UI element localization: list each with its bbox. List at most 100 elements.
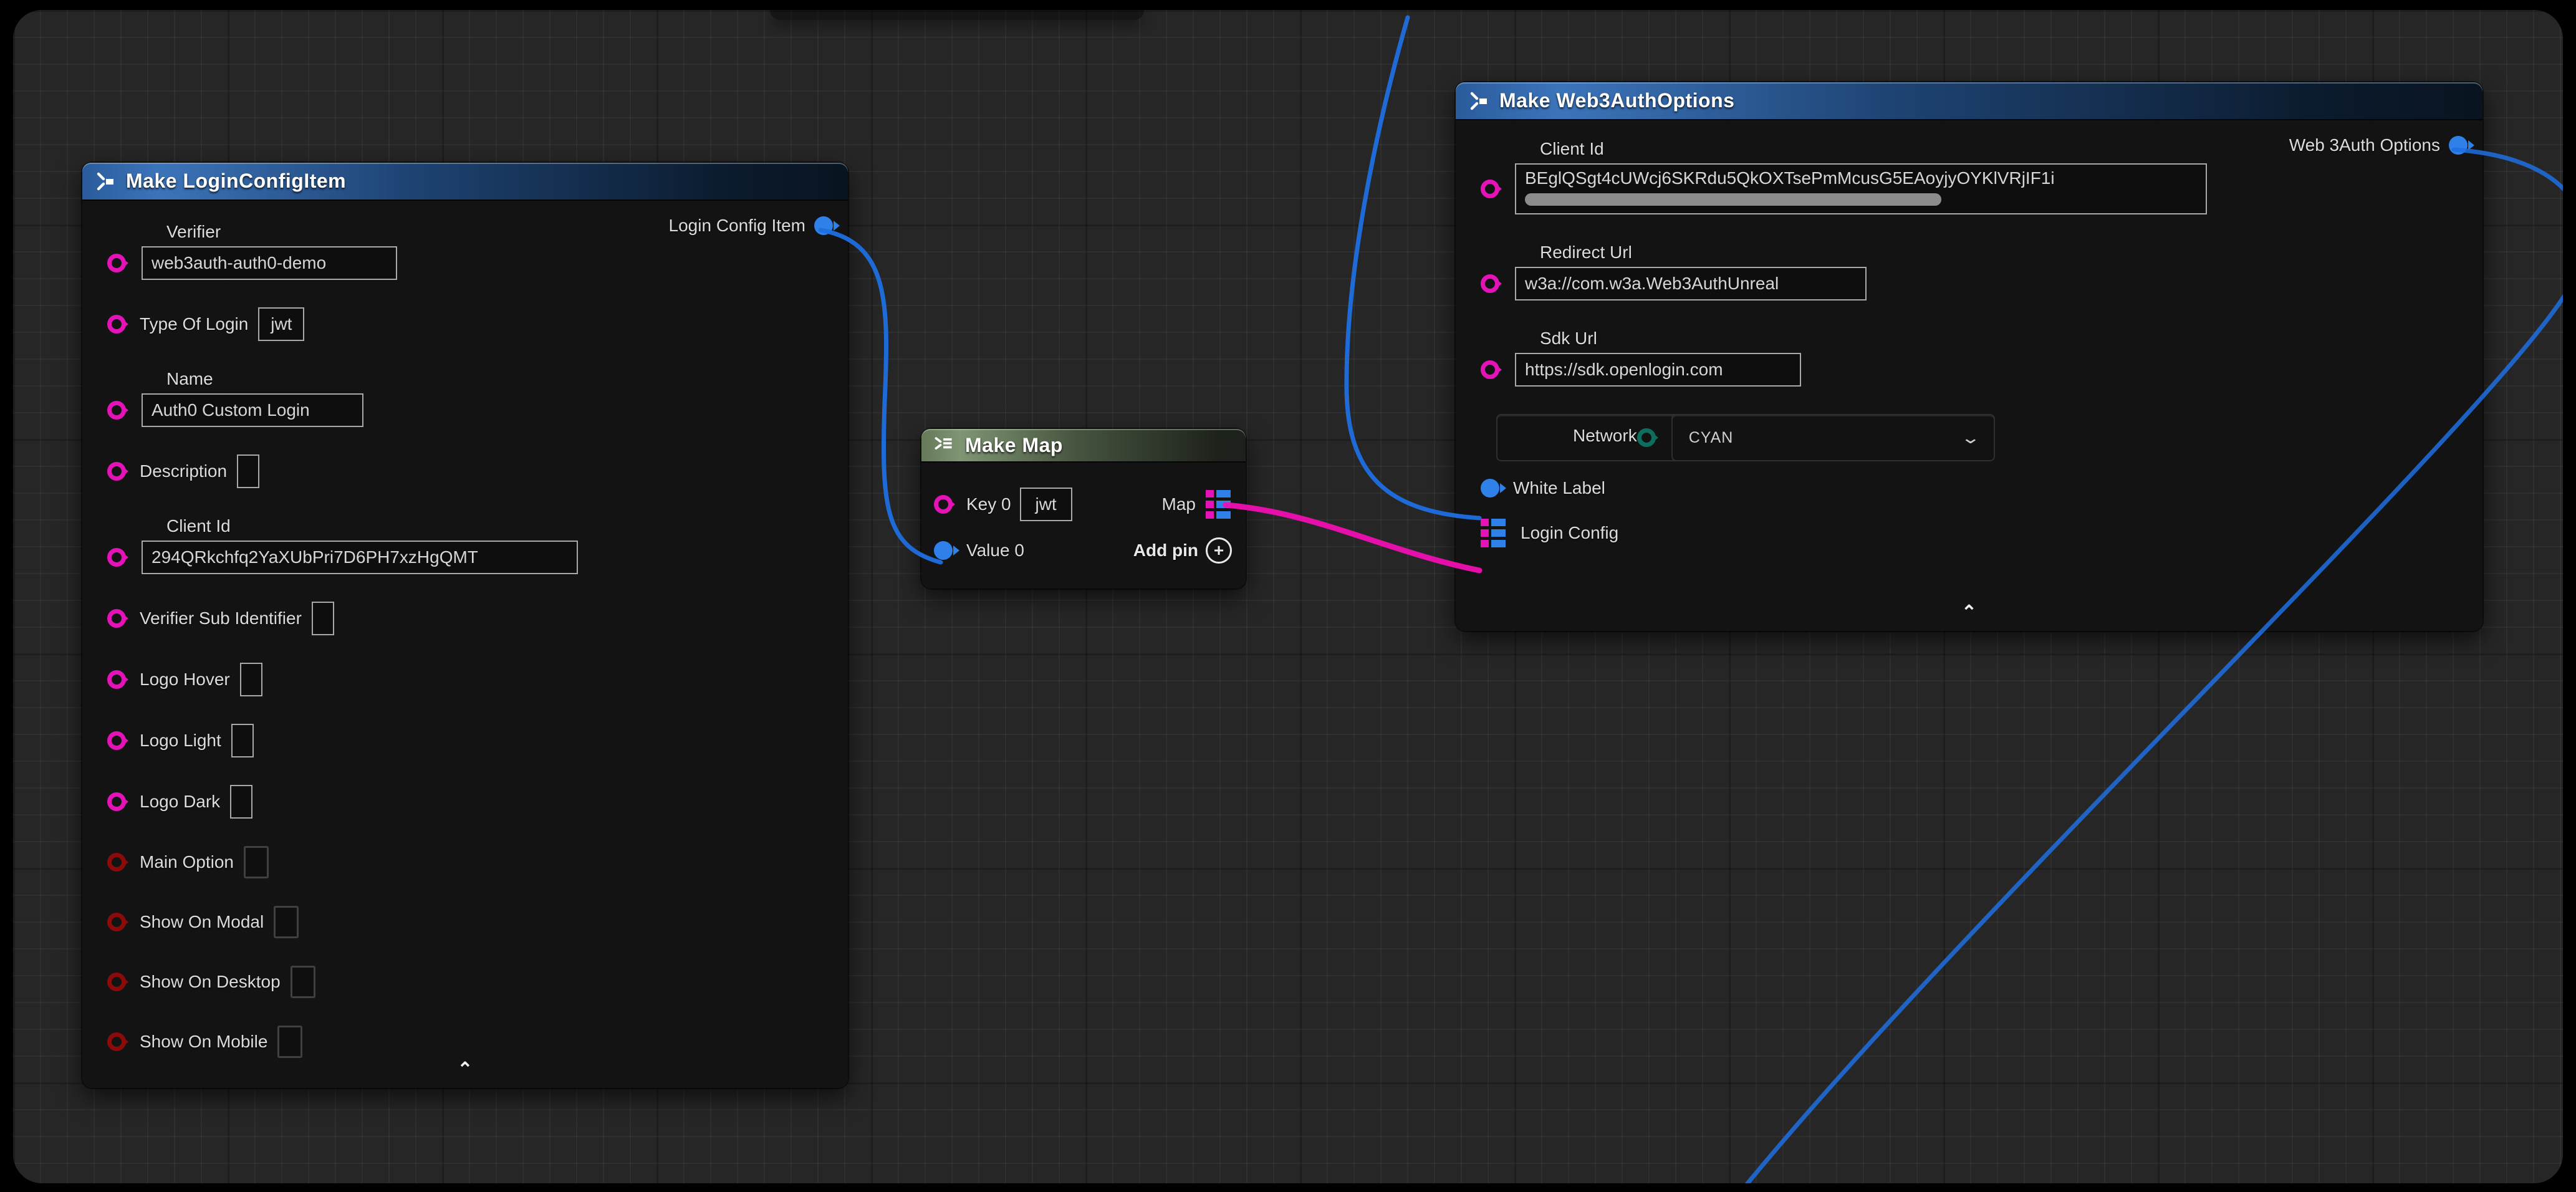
make-struct-icon [94,169,118,194]
input-client-id[interactable]: 294QRkchfq2YaXUbPri7D6PH7xzHgQMT [142,541,578,574]
pin-name[interactable] [107,401,126,420]
pin-verifier[interactable] [107,254,126,272]
pin-show-on-desktop[interactable] [107,973,126,991]
pin-show-on-modal[interactable] [107,913,126,931]
node-row-verifier: Verifierweb3auth-auth0-demo [107,221,835,280]
input-verifier-sub-identifier[interactable] [312,602,334,635]
pin-show-on-mobile[interactable] [107,1032,126,1051]
pin-label: Logo Hover [140,669,230,690]
pin-key-0[interactable] [934,495,953,514]
pin-label: Description [140,461,227,482]
pin-description[interactable] [107,462,126,481]
pin-label: Show On Modal [140,911,264,933]
node-row-logo-hover: Logo Hover [107,663,835,696]
node-row-logo-dark: Logo Dark [107,785,835,819]
node-header[interactable]: Make LoginConfigItem [82,163,848,201]
input-name[interactable]: Auth0 Custom Login [142,393,363,427]
add-pin-label: Add pin [1133,541,1198,560]
node-row-type-of-login: Type Of Login jwt [107,307,835,341]
input-verifier[interactable]: web3auth-auth0-demo [142,246,397,280]
pin-label: Network [1573,425,1637,446]
chevron-down-icon: ⌄ [1960,428,1981,448]
pin-label: Main Option [140,852,234,873]
node-header[interactable]: Make Web3AuthOptions [1456,82,2482,120]
pin-main-option[interactable] [107,853,126,872]
node-row-sdk-url: Sdk Url https://sdk.openlogin.com [1481,328,2470,387]
checkbox-show-on-mobile[interactable] [277,1026,302,1058]
pin-client-id[interactable] [107,548,126,567]
node-make-loginconfigitem[interactable]: Make LoginConfigItem Login Config Item V… [82,163,848,1088]
node-row-client-id: Client Id BEglQSgt4cUWcj6SKRdu5QkOXTsePmM… [1481,138,2470,214]
pin-login-config[interactable] [1481,519,1507,547]
input-logo-hover[interactable] [240,663,262,696]
node-row-show-on-mobile: Show On Mobile [107,1026,835,1058]
add-pin-button[interactable]: Add pin + [1133,537,1232,564]
input-client-id[interactable]: BEglQSgt4cUWcj6SKRdu5QkOXTsePmMcusG5EAoy… [1515,163,2207,214]
input-value: Auth0 Custom Login [151,400,310,420]
node-make-map[interactable]: Make Map Key 0 jwt Map Value 0 Add pin + [921,429,1246,589]
pin-label: Logo Light [140,730,221,751]
input-value: BEglQSgt4cUWcj6SKRdu5QkOXTsePmMcusG5EAoy… [1525,168,2055,188]
input-value: 294QRkchfq2YaXUbPri7D6PH7xzHgQMT [151,547,478,567]
make-map-icon [933,433,958,458]
pin-white-label[interactable] [1481,479,1499,497]
input-value: https://sdk.openlogin.com [1525,360,1723,380]
input-logo-dark[interactable] [230,785,252,819]
input-logo-light[interactable] [231,724,254,757]
node-row-verifier-sub-identifier: Verifier Sub Identifier [107,602,835,635]
node-row-main-option: Main Option [107,846,835,878]
node-row-show-on-desktop: Show On Desktop [107,966,835,998]
node-row-white-label: White Label [1481,478,2470,499]
node-row-name: Name Auth0 Custom Login [107,368,835,427]
collapse-node-icon[interactable]: ⌃ [1961,603,1977,622]
node-row-login-config: Login Config [1481,519,2470,547]
node-title: Make Web3AuthOptions [1499,89,1734,112]
add-pin-plus-icon: + [1206,537,1232,564]
pin-type-of-login[interactable] [107,315,126,334]
collapse-node-icon[interactable]: ⌃ [457,1060,473,1079]
dropdown-network[interactable]: CYAN⌄ [1671,414,1995,461]
pin-network[interactable] [1637,428,1656,447]
node-row-client-id: Client Id 294QRkchfq2YaXUbPri7D6PH7xzHgQM… [107,516,835,574]
pin-label: Client Id [166,516,835,537]
node-row-network: NetworkCYAN⌄ [1496,414,1820,461]
pin-label: Client Id [1540,138,2470,160]
pin-label: Sdk Url [1540,328,2470,349]
wire-map-to-login-config [1226,505,1479,570]
input-sdk-url[interactable]: https://sdk.openlogin.com [1515,353,1801,387]
node-title: Make LoginConfigItem [126,170,346,193]
pin-label: Verifier Sub Identifier [140,608,302,629]
input-key-0[interactable]: jwt [1020,488,1072,521]
pin-logo-light[interactable] [107,731,126,750]
node-title: Make Map [965,434,1063,457]
pin-sdk-url[interactable] [1481,360,1499,379]
dropdown-value: CYAN [1689,429,1964,447]
node-row-show-on-modal: Show On Modal [107,906,835,938]
input-type-of-login[interactable]: jwt [258,307,304,341]
pin-label: Type Of Login [140,314,248,335]
checkbox-show-on-desktop[interactable] [291,966,315,998]
node-header[interactable]: Make Map [921,429,1246,463]
pin-verifier-sub-identifier[interactable] [107,609,126,628]
pin-logo-dark[interactable] [107,792,126,811]
node-make-web3authoptions[interactable]: Make Web3AuthOptions Web 3Auth Options C… [1456,82,2482,631]
node-row-logo-light: Logo Light [107,724,835,757]
input-redirect-url[interactable]: w3a://com.w3a.Web3AuthUnreal [1515,267,1867,300]
node-row-description: Description [107,454,835,488]
pin-logo-hover[interactable] [107,670,126,689]
pin-redirect-url[interactable] [1481,274,1499,293]
pin-label: Value 0 [966,540,1024,561]
horizontal-scrollbar[interactable] [1525,193,1941,206]
pin-value-0[interactable] [934,541,953,560]
input-value: w3a://com.w3a.Web3AuthUnreal [1525,274,1779,294]
blueprint-graph-canvas[interactable]: Make LoginConfigItem Login Config Item V… [13,10,2563,1183]
input-description[interactable] [237,454,259,488]
pin-label: Name [166,368,835,390]
pin-client-id[interactable] [1481,180,1499,198]
checkbox-show-on-modal[interactable] [274,906,299,938]
node-row-redirect-url: Redirect Urlw3a://com.w3a.Web3AuthUnreal [1481,242,2470,300]
pin-label: White Label [1513,478,1605,499]
checkbox-main-option[interactable] [244,846,269,878]
pin-label: Show On Desktop [140,971,281,993]
output-pin-map[interactable] [1206,490,1232,519]
